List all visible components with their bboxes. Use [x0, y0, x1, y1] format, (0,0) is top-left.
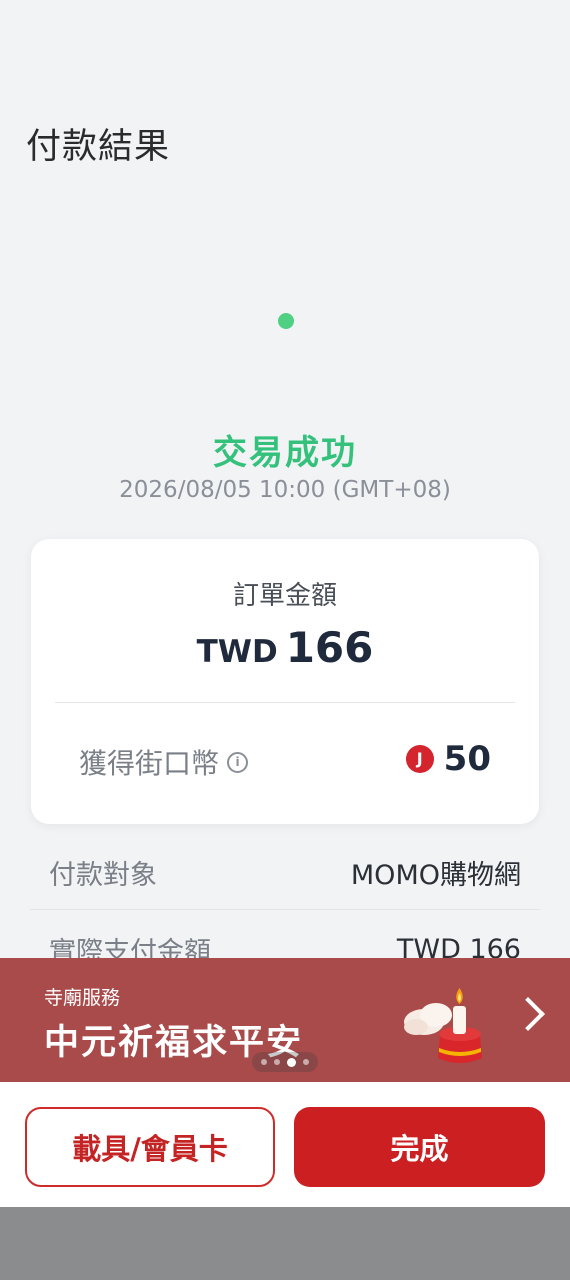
jko-coin-icon: J	[405, 745, 434, 773]
bottom-action-bar: 載具/會員卡 完成	[0, 1082, 570, 1207]
banner-pager	[252, 1052, 318, 1072]
status-loading-dot	[278, 313, 294, 329]
coins-earned-text: 獲得街口幣	[79, 747, 220, 780]
status-title: 交易成功	[213, 433, 357, 473]
order-amount-label: 訂單金額	[232, 581, 337, 611]
order-summary-card: 訂單金額 TWD 166 獲得街口幣 i J 50	[31, 539, 539, 824]
carrier-member-card-button[interactable]: 載具/會員卡	[25, 1107, 275, 1187]
pager-dot[interactable]	[261, 1059, 267, 1065]
pager-dot-active[interactable]	[287, 1057, 296, 1067]
order-amount: TWD 166	[31, 623, 539, 672]
system-nav-area	[0, 1207, 570, 1280]
coins-earned-value: J 50	[405, 739, 491, 779]
coins-earned-label: 獲得街口幣 i	[79, 742, 249, 782]
card-divider	[55, 702, 515, 703]
done-button[interactable]: 完成	[294, 1107, 545, 1187]
chevron-right-icon	[511, 997, 545, 1031]
status-timestamp: 2026/08/05 10:00 (GMT+08)	[119, 477, 451, 503]
banner-subtitle: 寺廟服務	[44, 987, 121, 1009]
order-amount-value: 166	[285, 623, 374, 672]
page-title: 付款結果	[26, 127, 171, 167]
coins-earned-amount: 50	[443, 739, 491, 779]
info-icon[interactable]: i	[227, 751, 249, 773]
detail-key: 付款對象	[49, 859, 157, 891]
detail-row-payee: 付款對象 MOMO購物網	[30, 835, 540, 909]
pager-dot[interactable]	[274, 1059, 280, 1065]
candle-offering-icon	[404, 988, 482, 1063]
row-divider	[30, 909, 540, 910]
pager-dot[interactable]	[303, 1059, 309, 1065]
order-currency: TWD	[196, 634, 278, 670]
detail-value: MOMO購物網	[350, 859, 521, 891]
